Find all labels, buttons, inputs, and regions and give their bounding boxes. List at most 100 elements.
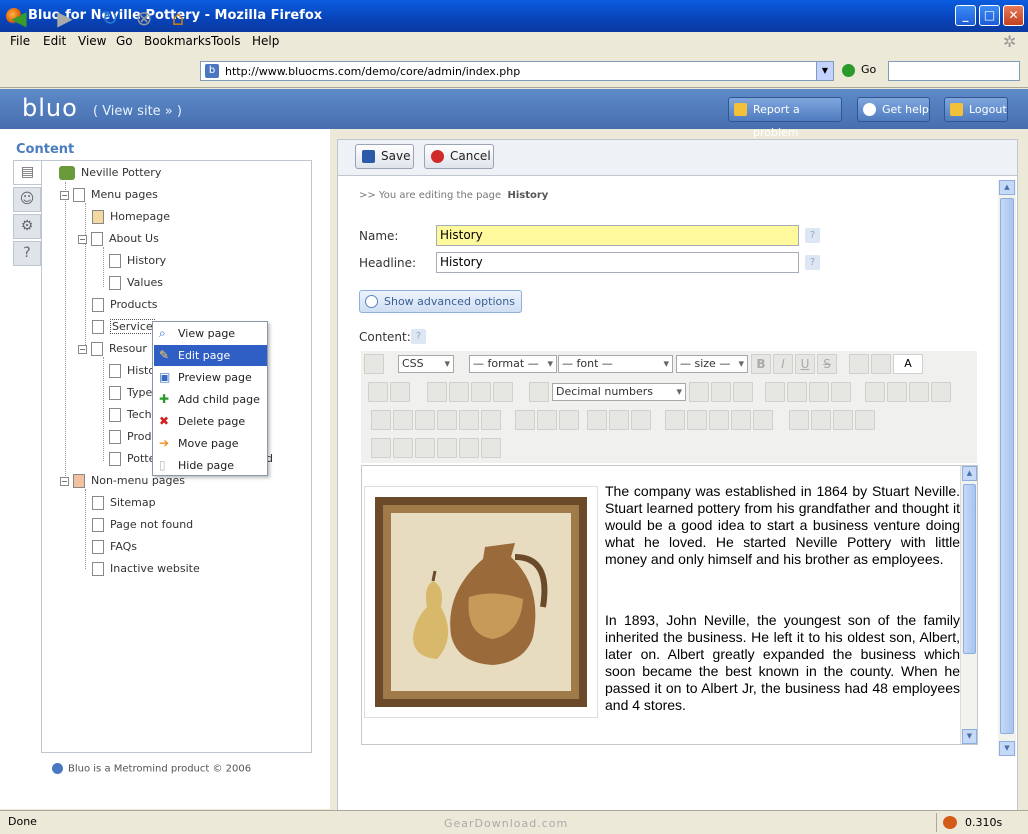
indent-icon[interactable] xyxy=(733,382,753,402)
size-select[interactable]: — size — xyxy=(676,355,748,373)
tree-node-sitemap[interactable]: Sitemap xyxy=(92,496,156,510)
print-icon[interactable] xyxy=(931,382,951,402)
ctx-add-child-page[interactable]: ✚ Add child page xyxy=(154,389,267,410)
name-field[interactable]: History xyxy=(436,225,799,246)
go-button[interactable]: Go xyxy=(842,63,876,77)
maximize-button[interactable]: □ xyxy=(979,5,1000,26)
horizontal-rule-icon[interactable] xyxy=(765,382,785,402)
table-icon[interactable] xyxy=(587,410,607,430)
tree-node-services[interactable]: Service xyxy=(92,319,155,334)
tree-node-resource-4[interactable]: Prod xyxy=(109,430,151,444)
tab-settings-icon[interactable]: ⚙ xyxy=(13,214,41,239)
reload-icon[interactable]: ↻ xyxy=(97,6,123,30)
stop-icon[interactable]: ⊗ xyxy=(131,6,157,30)
tab-help-icon[interactable]: ? xyxy=(13,241,41,266)
paste-icon[interactable] xyxy=(437,410,457,430)
tree-node-about-us[interactable]: − About Us xyxy=(78,232,159,246)
ltr-icon[interactable] xyxy=(459,410,479,430)
split-col-icon[interactable] xyxy=(855,410,875,430)
tree-node-history[interactable]: History xyxy=(109,254,166,268)
tree-node-menu-pages[interactable]: − Menu pages xyxy=(60,188,158,202)
split-row-icon[interactable] xyxy=(753,410,773,430)
undo-icon[interactable] xyxy=(865,382,885,402)
tree-node-values[interactable]: Values xyxy=(109,276,163,290)
collapse-icon[interactable]: − xyxy=(60,190,69,200)
insert-row-above-icon[interactable] xyxy=(687,410,707,430)
font-select[interactable]: — font — xyxy=(558,355,673,373)
headline-field[interactable]: History xyxy=(436,252,799,273)
delete-row-icon[interactable] xyxy=(731,410,751,430)
scroll-up-icon[interactable]: ▲ xyxy=(962,466,977,481)
color-swatch[interactable]: A xyxy=(893,354,923,374)
tree-node-resource-1[interactable]: Histo xyxy=(109,364,155,378)
menu-go[interactable]: Go xyxy=(116,34,133,48)
align-left-icon[interactable] xyxy=(427,382,447,402)
tree-node-resource-2[interactable]: Type xyxy=(109,386,152,400)
source-icon[interactable] xyxy=(515,410,535,430)
headline-help-icon[interactable]: ? xyxy=(805,255,820,270)
tree-node-products[interactable]: Products xyxy=(92,298,158,312)
ctx-view-page[interactable]: ⌕ View page xyxy=(154,323,267,344)
split-cell-icon[interactable] xyxy=(481,438,501,458)
tree-node-resource-3[interactable]: Tech xyxy=(109,408,152,422)
link-icon[interactable] xyxy=(809,382,829,402)
get-help-button[interactable]: Get help xyxy=(857,97,930,122)
tree-node-inactive[interactable]: Inactive website xyxy=(92,562,200,576)
menu-edit[interactable]: Edit xyxy=(43,34,66,48)
spellcheck-icon[interactable] xyxy=(559,410,579,430)
tree-node-homepage[interactable]: Homepage xyxy=(92,210,170,224)
about-icon[interactable] xyxy=(537,410,557,430)
forward-icon[interactable]: ▶ xyxy=(52,6,78,30)
save-button[interactable]: Save xyxy=(355,144,414,169)
image-tool-icon[interactable] xyxy=(364,354,384,374)
list-style-select[interactable]: Decimal numbers xyxy=(552,383,686,401)
view-site-link[interactable]: ( View site » ) xyxy=(93,104,182,119)
bold-icon[interactable]: B xyxy=(751,354,771,374)
menu-tools[interactable]: Tools xyxy=(211,34,241,48)
strikethrough-icon[interactable]: S xyxy=(817,354,837,374)
content-help-icon[interactable]: ? xyxy=(411,329,426,344)
cell-icon[interactable] xyxy=(371,438,391,458)
clean-icon[interactable] xyxy=(371,410,391,430)
paragraph-icon[interactable] xyxy=(481,410,501,430)
show-advanced-button[interactable]: Show advanced options xyxy=(359,290,522,313)
text-color-icon[interactable] xyxy=(849,354,869,374)
editor-scrollbar[interactable]: ▲ ▼ xyxy=(960,466,977,744)
subscript-icon[interactable] xyxy=(368,382,388,402)
panel-scrollbar[interactable]: ▲ ▼ xyxy=(998,180,1016,756)
tree-node-resource-5[interactable]: Potte xyxy=(109,452,155,466)
address-bar[interactable]: b http://www.bluocms.com/demo/core/admin… xyxy=(200,61,834,81)
align-justify-icon[interactable] xyxy=(493,382,513,402)
css-select[interactable]: CSS xyxy=(398,355,454,373)
insert-box-icon[interactable] xyxy=(787,382,807,402)
remove-format-icon[interactable] xyxy=(393,410,413,430)
cell-props-icon[interactable] xyxy=(631,410,651,430)
address-dropdown-icon[interactable]: ▼ xyxy=(816,62,833,80)
tree-node-non-menu[interactable]: − Non-menu pages xyxy=(60,474,185,488)
underline-icon[interactable]: U xyxy=(795,354,815,374)
close-button[interactable]: ✕ xyxy=(1003,5,1024,26)
eraser-icon[interactable] xyxy=(415,410,435,430)
collapse-icon[interactable]: − xyxy=(78,344,87,354)
italic-icon[interactable]: I xyxy=(773,354,793,374)
delete-col-icon[interactable] xyxy=(833,410,853,430)
tab-users-icon[interactable]: ☺ xyxy=(13,187,41,212)
align-center-icon[interactable] xyxy=(449,382,469,402)
select-all-icon[interactable] xyxy=(909,382,929,402)
menu-view[interactable]: View xyxy=(78,34,106,48)
ctx-hide-page[interactable]: ▯ Hide page xyxy=(154,455,267,476)
name-help-icon[interactable]: ? xyxy=(805,228,820,243)
tab-content-icon[interactable]: ▤ xyxy=(13,160,41,185)
menu-bookmarks[interactable]: Bookmarks xyxy=(144,34,211,48)
format-select[interactable]: — format — xyxy=(469,355,557,373)
align-right-icon[interactable] xyxy=(471,382,491,402)
menu-file[interactable]: File xyxy=(10,34,30,48)
bullet-list-icon[interactable] xyxy=(689,382,709,402)
tree-node-root[interactable]: Neville Pottery xyxy=(59,166,161,180)
menu-help[interactable]: Help xyxy=(252,34,279,48)
cancel-button[interactable]: Cancel xyxy=(424,144,494,169)
minimize-button[interactable]: _ xyxy=(955,5,976,26)
tree-node-faqs[interactable]: FAQs xyxy=(92,540,137,554)
insert-cell-after-icon[interactable] xyxy=(415,438,435,458)
collapse-icon[interactable]: − xyxy=(78,234,87,244)
